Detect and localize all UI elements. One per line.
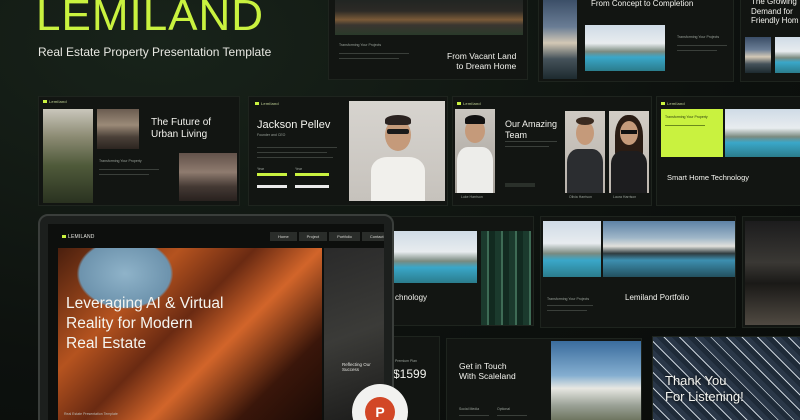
stat-label: Year	[257, 167, 265, 171]
house-photo	[543, 0, 577, 79]
nav-portfolio[interactable]: Portfolio	[329, 232, 360, 241]
stat-label: Year	[295, 167, 303, 171]
house-photo	[775, 37, 800, 73]
glass-building-photo	[481, 231, 531, 325]
house-photo	[391, 231, 477, 283]
slide-heading: Thank You For Listening!	[665, 373, 744, 404]
screen-nav: Home Project Portfolio Contact	[270, 232, 384, 241]
screen-headline: Leveraging AI & Virtual Reality for Mode…	[66, 295, 224, 353]
pool-villa-photo	[543, 221, 601, 277]
nav-project[interactable]: Project	[298, 232, 328, 241]
slide-logo: Lemiland	[661, 101, 685, 106]
slide-small-text: Transforming Your Projects	[547, 297, 590, 301]
form-label: Social Media	[459, 407, 480, 411]
profile-role: Founder and CEO	[257, 133, 286, 137]
interior-photo	[97, 109, 139, 149]
laptop-mockup: LEMILAND Home Project Portfolio Contact …	[38, 214, 394, 420]
slide-heading: Lemiland Portfolio	[625, 293, 690, 302]
slide-future-urban: Lemiland The Future of Urban Living Tran…	[38, 96, 240, 206]
slide-small-text: Transforming Your Property	[99, 159, 142, 163]
nav-home[interactable]: Home	[270, 232, 297, 241]
slide-heading: From Concept to Completion	[591, 0, 694, 8]
infinity-pool-photo	[603, 221, 735, 277]
slide-thank-you: Thank You For Listening!	[652, 336, 800, 420]
treehouse-photo	[43, 109, 93, 203]
slide-heading: From Vacant Land to Dream Home	[447, 51, 517, 72]
powerpoint-icon: P	[365, 397, 395, 420]
villa-pool-photo	[725, 109, 800, 157]
accent-card: Transforming Your Property	[661, 109, 723, 157]
profile-name: Jackson Pellev	[257, 119, 331, 131]
slide-logo: Lemiland	[255, 101, 279, 106]
member-name: Olivia Harrison	[569, 195, 592, 199]
slide-team: Lemiland Luke Harrison Our Amazing Team …	[452, 96, 652, 206]
slide-logo: Lemiland	[43, 99, 67, 104]
slide-heading: Our Amazing Team	[505, 119, 558, 140]
nav-contact[interactable]: Contact	[361, 232, 384, 241]
team-member-photo	[565, 111, 605, 193]
slide-heading: chnology	[395, 293, 428, 302]
villa-photo	[585, 25, 665, 71]
slide-portfolio: Transforming Your Projects Lemiland Port…	[540, 216, 736, 328]
slide-heading: Get in Touch With Scaleland	[459, 361, 516, 382]
screen-footer: Real Estate Presentation Template	[64, 412, 118, 416]
founder-photo	[349, 101, 445, 201]
slide-heading: Smart Home Technology	[667, 173, 749, 182]
modern-house-photo	[335, 0, 523, 35]
slide-small-text: Transforming Your Projects	[339, 43, 382, 47]
slide-concept: From Concept to Completion Transforming …	[538, 0, 734, 82]
form-label: Optional	[497, 407, 511, 411]
house-photo	[745, 37, 771, 73]
plan-label: Premium Plan	[395, 359, 417, 363]
slide-heading: The Future of Urban Living	[151, 117, 212, 140]
team-member-photo	[609, 111, 649, 193]
slide-dark-interior	[742, 216, 800, 328]
price-amount: $1599	[393, 367, 427, 381]
member-name: Laura Harrison	[613, 195, 637, 199]
presentation-preview: LEMILAND Real Estate Property Presentati…	[0, 0, 800, 420]
slide-smart-home: Lemiland Transforming Your Property Smar…	[656, 96, 800, 206]
screen-side-caption: Reflecting Our Success	[342, 362, 371, 373]
slide-heading: The Growing Demand for Friendly Hom	[751, 0, 799, 26]
slide-get-in-touch: Get in Touch With Scaleland Social Media…	[446, 338, 642, 420]
team-member-photo	[455, 109, 495, 193]
apartment-photo	[551, 341, 641, 420]
kitchen-photo	[179, 153, 237, 201]
brand-tagline: Real Estate Property Presentation Templa…	[38, 45, 272, 59]
slide-vacant-land: Transforming Your Projects From Vacant L…	[328, 0, 528, 80]
slide-profile: Lemiland Jackson Pellev Founder and CEO …	[248, 96, 448, 206]
slide-logo: Lemiland	[457, 101, 481, 106]
member-name: Luke Harrison	[461, 195, 483, 199]
slide-growing-demand: The Growing Demand for Friendly Hom	[740, 0, 800, 82]
slide-small-text: Transforming Your Projects	[677, 35, 720, 39]
screen-logo: LEMILAND	[62, 234, 95, 240]
laptop-screen: LEMILAND Home Project Portfolio Contact …	[48, 224, 384, 420]
interior-photo	[745, 221, 800, 325]
brand-title: LEMILAND	[36, 0, 265, 40]
